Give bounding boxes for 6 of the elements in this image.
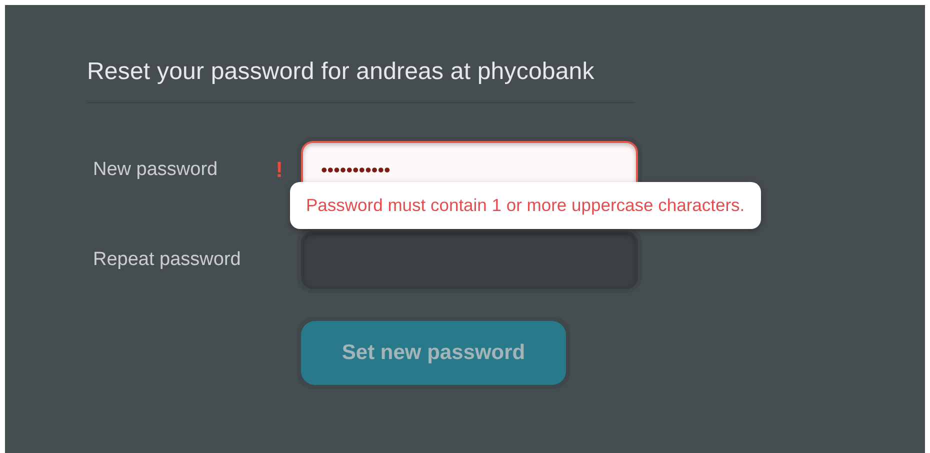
error-tooltip: Password must contain 1 or more uppercase characters. (290, 182, 761, 229)
password-field[interactable] (301, 231, 638, 289)
form-title: Reset your password for andreas at phycobank (87, 58, 635, 103)
error-mark: ! (276, 157, 283, 183)
field-label: Repeat password (93, 249, 241, 271)
field-label: New password (93, 159, 218, 181)
